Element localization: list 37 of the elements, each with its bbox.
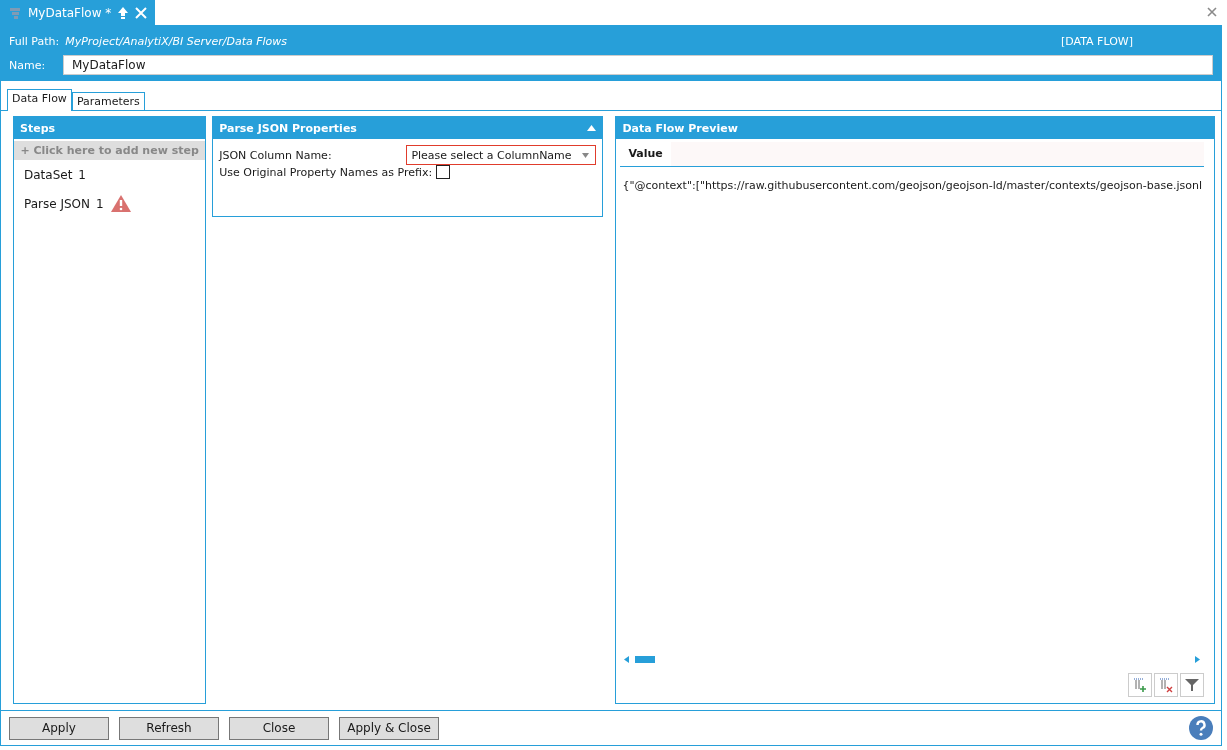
action-button[interactable]: Apply [9, 716, 109, 740]
step-count: 1 [78, 167, 86, 182]
name-label: Name: [9, 58, 47, 72]
type-label: [DATA FLOW] [1061, 34, 1133, 48]
step-count: 1 [96, 196, 104, 211]
remove-column-filter-icon[interactable] [1154, 673, 1178, 697]
warning-icon [109, 194, 132, 213]
collapse-icon[interactable] [587, 125, 597, 131]
close-icon[interactable] [1207, 7, 1217, 17]
panel-title: Parse JSON Properties [219, 121, 357, 135]
scroll-right-icon[interactable] [1195, 655, 1200, 663]
table-cell-text: {"@context":["https://raw.githubusercontent.com/geojson/geojson-ld/master/contexts/geojson-base.jsonl [621, 178, 1203, 194]
path-label: Full Path: [9, 34, 60, 48]
column-header[interactable]: Value [620, 142, 671, 166]
action-button[interactable]: Close [229, 716, 329, 740]
add-column-filter-icon[interactable] [1128, 673, 1152, 697]
path-text: MyProject/AnalytiX/BI Server/Data Flows [65, 34, 288, 48]
tab[interactable]: Parameters [71, 92, 145, 110]
document-title: MyDataFlow * [28, 5, 112, 20]
action-button[interactable]: Apply & Close [339, 716, 439, 740]
pin-icon[interactable] [117, 5, 130, 20]
help-icon[interactable] [1189, 716, 1213, 740]
checkbox[interactable] [436, 165, 451, 179]
scroll-left-icon[interactable] [624, 655, 630, 663]
caret-icon [582, 152, 590, 158]
action-button[interactable]: Refresh [119, 716, 219, 740]
panel-title: Data Flow Preview [616, 117, 1214, 139]
column-dropdown[interactable]: Please select a ColumnName [406, 145, 597, 165]
filter-icon[interactable] [1180, 673, 1204, 697]
panel-title: Steps [14, 117, 206, 139]
name-field[interactable]: MyDataFlow [63, 55, 1213, 75]
scrollbar-thumb[interactable] [635, 655, 656, 663]
step-name[interactable]: Parse JSON [24, 196, 90, 211]
field-label: Use Original Property Names as Prefix: [219, 165, 433, 179]
step-name[interactable]: DataSet [24, 167, 73, 182]
field-label: JSON Column Name: [219, 148, 332, 162]
tab[interactable]: Data Flow [7, 89, 72, 111]
